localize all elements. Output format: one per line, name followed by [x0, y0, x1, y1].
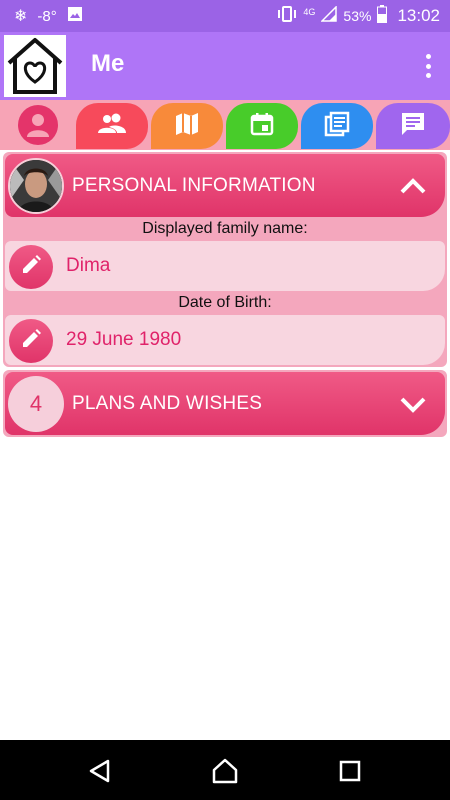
temperature-text: -8° — [37, 7, 57, 25]
network-type: 4G — [303, 7, 316, 17]
app-bar: Me — [0, 32, 450, 100]
battery-percent: 53% — [343, 8, 372, 24]
tab-people[interactable] — [76, 103, 148, 149]
person-icon — [18, 105, 58, 145]
plans-and-wishes-panel: 4 PLANS AND WISHES — [3, 370, 447, 437]
family-name-value: Dima — [66, 255, 111, 276]
pencil-icon — [20, 254, 42, 281]
date-of-birth-value: 29 June 1980 — [66, 329, 182, 350]
list-icon — [324, 111, 350, 142]
group-icon — [97, 113, 127, 140]
plans-count-badge: 4 — [8, 376, 64, 432]
clock: 13:02 — [397, 6, 440, 25]
snowflake-icon: ❄ — [14, 8, 28, 25]
plans-and-wishes-title: PLANS AND WISHES — [72, 393, 263, 414]
house-heart-logo[interactable] — [4, 35, 66, 97]
battery-icon — [377, 5, 388, 27]
edit-date-of-birth-button[interactable] — [9, 319, 53, 363]
image-icon — [67, 6, 83, 26]
tab-news[interactable] — [301, 103, 373, 149]
home-icon[interactable] — [211, 757, 239, 785]
personal-information-panel: PERSONAL INFORMATION Displayed family na… — [3, 152, 447, 367]
back-icon[interactable] — [86, 757, 114, 785]
edit-family-name-button[interactable] — [9, 245, 53, 289]
page-title: Me — [91, 50, 125, 77]
app-screen: ❄ -8° 4G 53% 13:02 Me PERSONAL INFORMATI… — [0, 0, 450, 800]
date-of-birth-label: Date of Birth: — [178, 294, 272, 311]
tab-map[interactable] — [151, 103, 223, 149]
tab-bar — [0, 100, 450, 150]
family-name-field[interactable]: Dima — [5, 241, 445, 291]
chevron-up-icon[interactable] — [399, 173, 427, 199]
date-of-birth-field[interactable]: 29 June 1980 — [5, 315, 445, 365]
family-name-label: Displayed family name: — [142, 220, 308, 237]
calendar-icon — [250, 112, 274, 141]
personal-information-title: PERSONAL INFORMATION — [72, 175, 316, 196]
personal-information-header[interactable]: PERSONAL INFORMATION — [5, 154, 445, 217]
plans-and-wishes-header[interactable]: 4 PLANS AND WISHES — [5, 372, 445, 435]
pencil-icon — [20, 328, 42, 355]
tab-me[interactable] — [4, 100, 72, 150]
chat-icon — [400, 111, 426, 142]
vibrate-icon — [277, 5, 297, 27]
tab-calendar[interactable] — [226, 103, 298, 149]
more-vert-icon[interactable] — [420, 52, 436, 80]
recents-icon[interactable] — [336, 757, 364, 785]
avatar — [8, 158, 64, 214]
signal-icon — [320, 5, 338, 26]
status-bar: ❄ -8° 4G 53% 13:02 — [0, 0, 450, 32]
map-icon — [174, 112, 200, 141]
tab-chat[interactable] — [376, 103, 450, 149]
chevron-down-icon[interactable] — [399, 391, 427, 417]
system-nav-bar — [0, 740, 450, 800]
